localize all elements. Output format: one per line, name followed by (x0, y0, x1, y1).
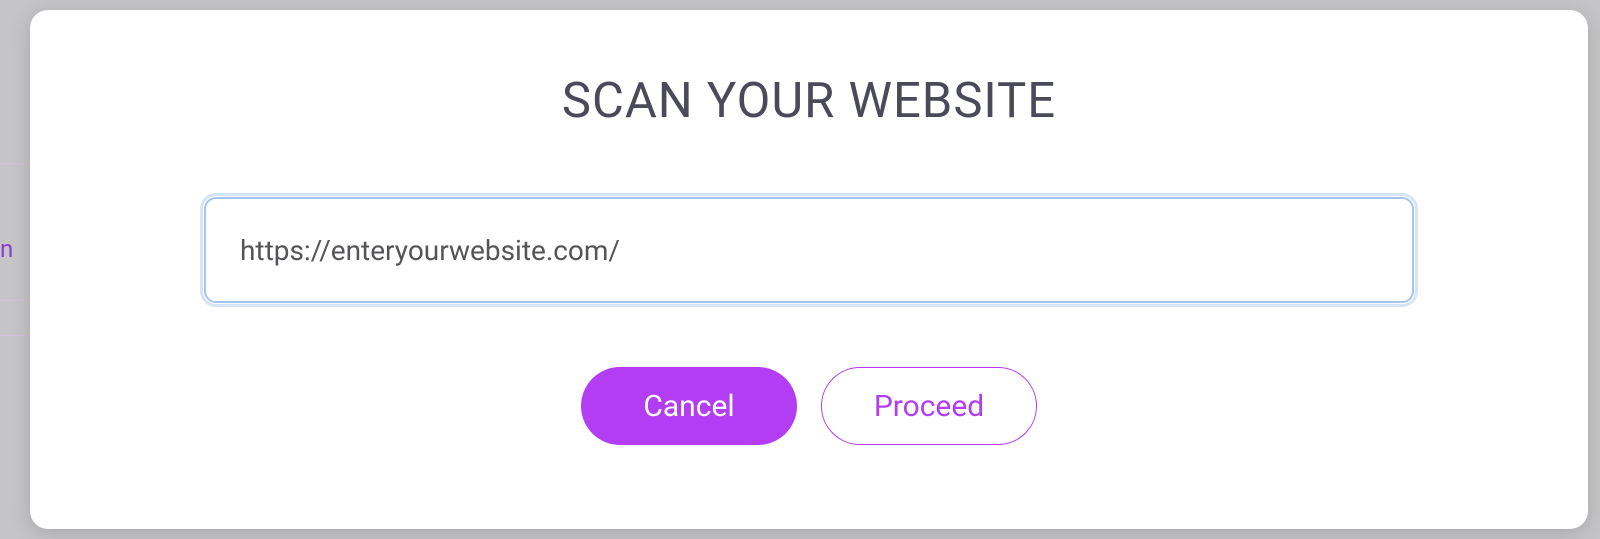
modal-title: SCAN YOUR WEBSITE (562, 72, 1056, 129)
background-decoration: n (0, 0, 30, 539)
scan-website-modal: SCAN YOUR WEBSITE Cancel Proceed (30, 10, 1588, 529)
cancel-button[interactable]: Cancel (581, 367, 797, 445)
website-url-input[interactable] (204, 197, 1414, 303)
proceed-button[interactable]: Proceed (821, 367, 1037, 445)
button-row: Cancel Proceed (581, 367, 1037, 445)
